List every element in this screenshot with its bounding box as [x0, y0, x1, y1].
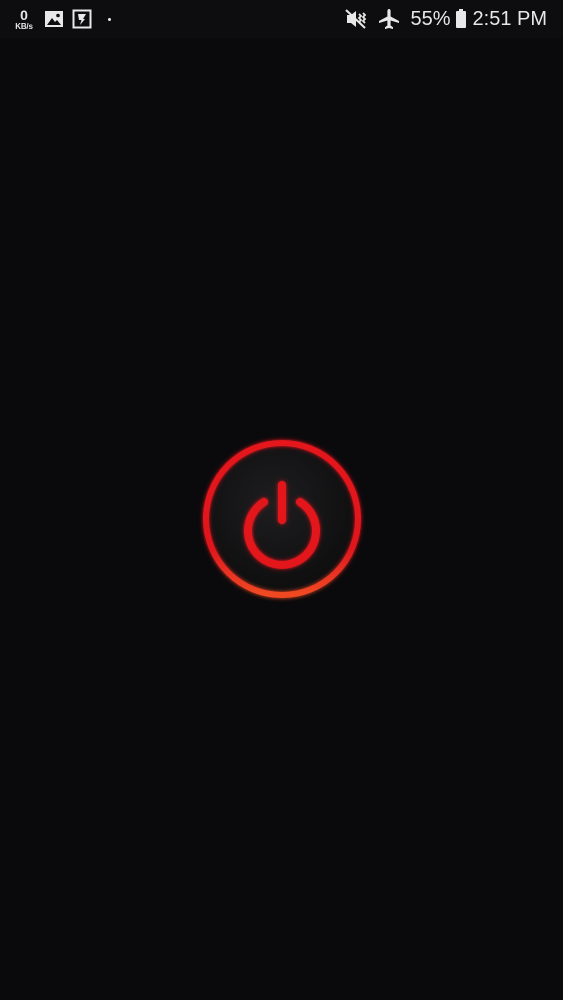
vibrate-mute-icon — [344, 8, 368, 30]
notification-dot-icon — [108, 17, 111, 21]
gallery-icon — [44, 10, 64, 28]
status-bar: 0 KB/s 55% 2:51 PM — [0, 0, 563, 38]
network-speed-value: 0 — [20, 6, 28, 23]
network-speed-unit: KB/s — [15, 21, 33, 31]
flashlight-app-icon — [72, 9, 92, 29]
battery-percentage: 55% — [410, 7, 451, 30]
flashlight-screen: 0 KB/s 55% 2:51 PM — [0, 0, 563, 1000]
clock: 2:51 PM — [472, 7, 547, 30]
status-bar-right: 55% 2:51 PM — [344, 5, 547, 33]
airplane-mode-icon — [378, 8, 400, 30]
power-button[interactable] — [199, 436, 365, 602]
battery-icon — [455, 9, 467, 29]
status-bar-left: 0 KB/s — [12, 6, 111, 32]
power-button-container — [199, 436, 365, 602]
network-speed-indicator: 0 KB/s — [12, 8, 36, 31]
